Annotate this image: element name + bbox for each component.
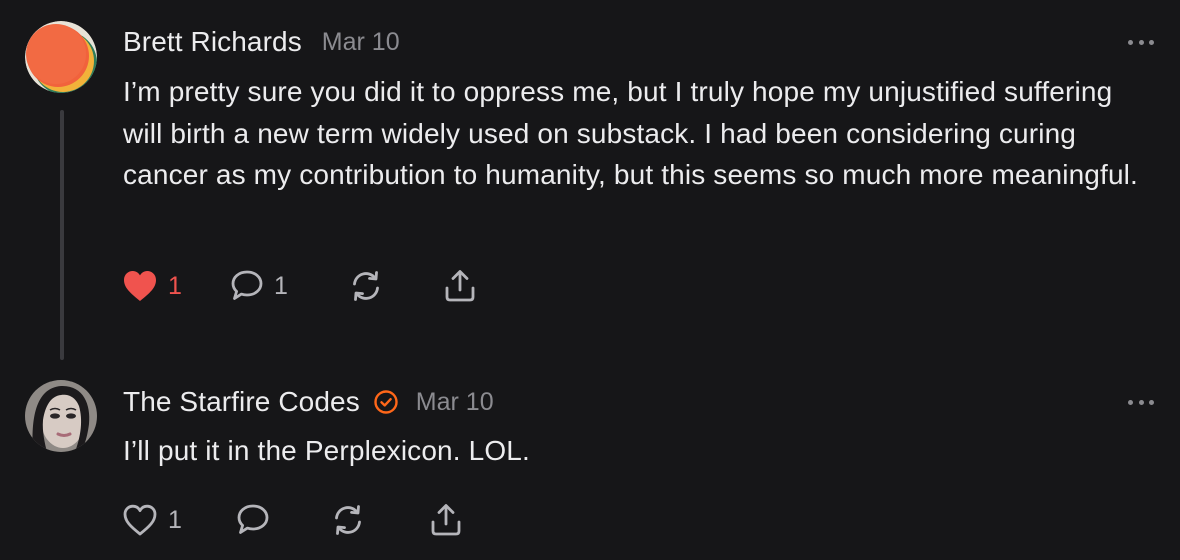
comment-header: Brett Richards Mar 10 <box>123 24 400 60</box>
comment-icon <box>231 270 263 300</box>
verified-badge-icon <box>373 389 399 415</box>
like-count: 1 <box>168 271 182 300</box>
like-count: 1 <box>168 505 182 534</box>
more-options-icon[interactable] <box>1128 38 1154 46</box>
share-icon <box>445 270 475 302</box>
thread-line <box>60 110 64 360</box>
reply-button[interactable]: 1 <box>230 266 288 306</box>
author-name[interactable]: Brett Richards <box>123 26 302 58</box>
author-name[interactable]: The Starfire Codes <box>123 386 360 418</box>
restack-button[interactable] <box>330 500 366 540</box>
share-button[interactable] <box>428 500 464 540</box>
heart-filled-icon <box>124 271 156 301</box>
comment-body: I’m pretty sure you did it to oppress me… <box>123 76 1138 190</box>
comment-date[interactable]: Mar 10 <box>416 388 494 417</box>
share-icon <box>431 504 461 536</box>
reply-button[interactable] <box>236 500 270 540</box>
comment-body: I’ll put it in the Perplexicon. LOL. <box>123 435 530 466</box>
heart-outline-icon <box>123 504 157 536</box>
comment-icon <box>237 504 269 534</box>
avatar[interactable] <box>25 21 97 93</box>
reply-count: 1 <box>274 271 288 300</box>
comment-thread: Brett Richards Mar 10 I’m pretty sure yo… <box>0 0 1180 560</box>
like-button[interactable]: 1 <box>122 500 182 540</box>
share-button[interactable] <box>442 266 478 306</box>
restack-icon <box>353 271 379 301</box>
comment: Brett Richards Mar 10 I’m pretty sure yo… <box>0 0 1180 362</box>
like-button[interactable]: 1 <box>122 266 182 306</box>
comment: The Starfire Codes Mar 10 I’ll put it in… <box>0 362 1180 560</box>
more-options-icon[interactable] <box>1128 398 1154 406</box>
restack-icon <box>335 505 361 535</box>
comment-header: The Starfire Codes Mar 10 <box>123 384 494 420</box>
comment-date[interactable]: Mar 10 <box>322 28 400 57</box>
restack-button[interactable] <box>348 266 384 306</box>
avatar[interactable] <box>25 380 97 452</box>
